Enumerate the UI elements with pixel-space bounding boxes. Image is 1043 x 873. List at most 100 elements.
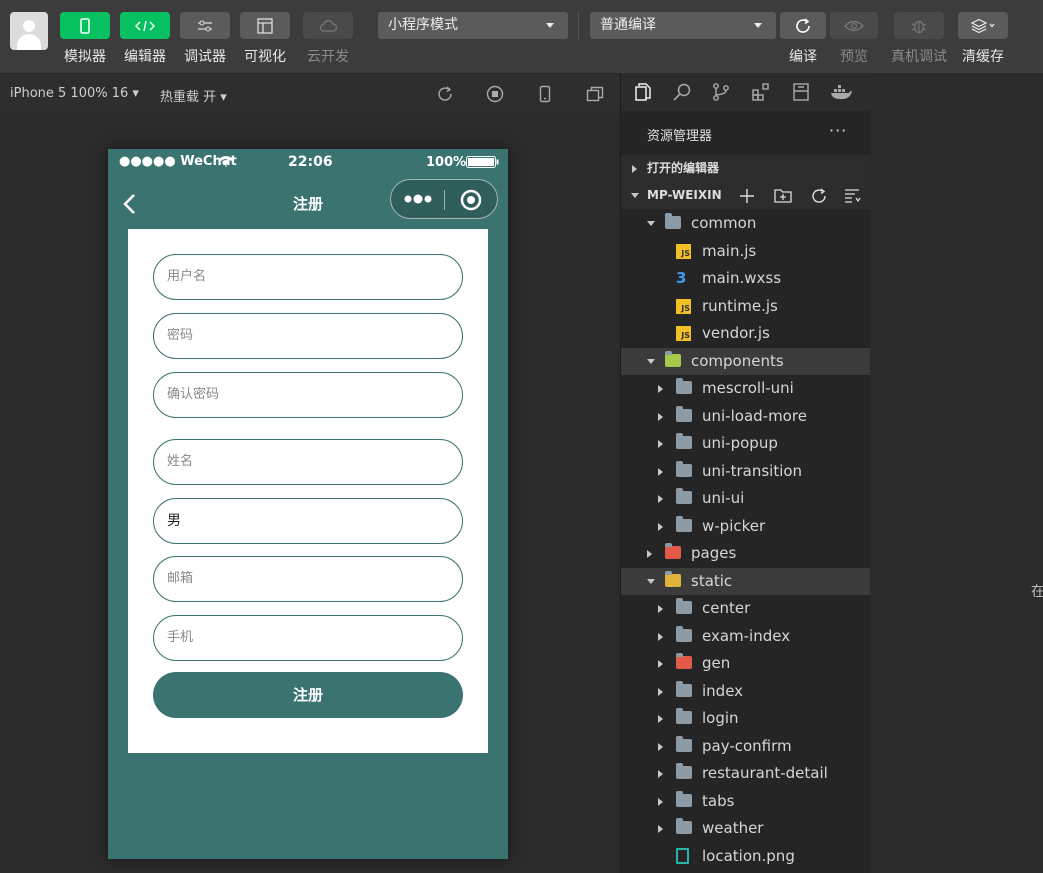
tree-item-login[interactable]: login xyxy=(621,705,871,732)
eye-icon xyxy=(844,20,864,31)
name-input[interactable]: 姓名 xyxy=(153,439,463,485)
debugger-button[interactable] xyxy=(180,12,230,39)
close-miniprogram-icon[interactable] xyxy=(460,189,482,211)
search-icon[interactable] xyxy=(672,82,692,102)
editor-button[interactable] xyxy=(120,12,170,39)
tree-item-vendor-js[interactable]: JS vendor.js xyxy=(621,320,871,347)
open-editors-label: 打开的编辑器 xyxy=(647,161,720,175)
tree-item-pay-confirm[interactable]: pay-confirm xyxy=(621,733,871,760)
compile-button[interactable] xyxy=(780,12,826,39)
tree-item-restaurant-detail[interactable]: restaurant-detail xyxy=(621,760,871,787)
tree-item-gen[interactable]: gen xyxy=(621,650,871,677)
device-select-value: iPhone 5 100% 16 xyxy=(10,86,129,101)
tree-item-w-picker[interactable]: w-picker xyxy=(621,513,871,540)
new-file-icon[interactable] xyxy=(739,188,755,204)
hot-reload-toggle[interactable]: 热重载 开 ▾ xyxy=(160,86,227,105)
avatar[interactable] xyxy=(10,12,48,50)
open-editors-section[interactable]: 打开的编辑器 xyxy=(621,155,871,182)
email-input[interactable]: 邮箱 xyxy=(153,556,463,602)
editor-pane: 在 xyxy=(870,73,1043,873)
bug-icon xyxy=(911,20,927,33)
js-file-icon: JS xyxy=(676,298,691,314)
tree-item-label: components xyxy=(691,351,784,370)
new-folder-icon[interactable] xyxy=(774,187,792,203)
debugger-label: 调试器 xyxy=(184,49,226,65)
username-input[interactable]: 用户名 xyxy=(153,254,463,300)
gender-picker[interactable]: 男 xyxy=(153,498,463,544)
preview-button[interactable] xyxy=(830,12,878,39)
folder-icon xyxy=(676,433,692,449)
editor-partial-text: 在 xyxy=(1031,584,1043,600)
tree-item-mescroll-uni[interactable]: mescroll-uni xyxy=(621,375,871,402)
explorer-title: 资源管理器 xyxy=(647,129,713,144)
tree-item-pages[interactable]: pages xyxy=(621,540,871,567)
phone-icon[interactable] xyxy=(536,85,554,103)
tree-item-weather[interactable]: weather xyxy=(621,815,871,842)
simulator-subbar: iPhone 5 100% 16 ▾ 热重载 开 ▾ xyxy=(0,73,620,113)
code-icon xyxy=(135,20,155,31)
extensions-icon[interactable] xyxy=(751,82,771,102)
top-toolbar: 模拟器 编辑器 调试器 可视化 云开发 小程序模式 普通编译 编译 预览 真机调… xyxy=(0,0,1043,73)
tree-item-uni-popup[interactable]: uni-popup xyxy=(621,430,871,457)
project-section[interactable]: MP-WEIXIN xyxy=(621,182,871,209)
chevron-right-icon xyxy=(658,495,663,503)
confirm-password-input[interactable]: 确认密码 xyxy=(153,372,463,418)
phone-input[interactable]: 手机 xyxy=(153,615,463,661)
tree-item-runtime-js[interactable]: JS runtime.js xyxy=(621,293,871,320)
collapse-all-icon[interactable] xyxy=(844,188,862,204)
device-select[interactable]: iPhone 5 100% 16 ▾ xyxy=(10,86,139,101)
cloud-button[interactable] xyxy=(303,12,353,39)
visual-button[interactable] xyxy=(240,12,290,39)
docker-icon[interactable] xyxy=(829,82,853,102)
folder-icon xyxy=(665,543,681,559)
layout-icon xyxy=(257,17,273,34)
register-form: 用户名 密码 确认密码 姓名 男 邮箱 手机 注册 xyxy=(128,229,488,753)
storage-icon[interactable] xyxy=(791,82,811,102)
files-icon[interactable] xyxy=(633,82,653,102)
phone-icon xyxy=(80,17,90,34)
tree-item-main-wxss[interactable]: 3 main.wxss xyxy=(621,265,871,292)
tree-item-center[interactable]: center xyxy=(621,595,871,622)
tree-item-index[interactable]: index xyxy=(621,678,871,705)
rotate-icon[interactable] xyxy=(436,85,454,103)
remote-debug-button[interactable] xyxy=(894,12,944,39)
capsule-divider xyxy=(444,190,445,210)
clear-cache-label: 清缓存 xyxy=(962,49,1004,65)
detach-window-icon[interactable] xyxy=(586,85,604,103)
tree-item-location-png[interactable]: location.png xyxy=(621,843,871,870)
simulator-button[interactable] xyxy=(60,12,110,39)
tree-item-uni-ui[interactable]: uni-ui xyxy=(621,485,871,512)
menu-capsule xyxy=(390,179,498,219)
tree-item-label: main.js xyxy=(702,241,757,260)
register-button[interactable]: 注册 xyxy=(153,672,463,718)
tree-item-static[interactable]: static xyxy=(621,567,871,595)
compile-select[interactable]: 普通编译 xyxy=(590,12,776,39)
folder-icon xyxy=(676,488,692,504)
tree-item-label: uni-ui xyxy=(702,489,745,507)
mode-select[interactable]: 小程序模式 xyxy=(378,12,568,39)
tree-item-label: index xyxy=(702,681,744,700)
clear-cache-button[interactable] xyxy=(958,12,1008,39)
chevron-down-icon xyxy=(631,193,639,198)
stop-icon[interactable] xyxy=(486,85,504,103)
git-branch-icon[interactable] xyxy=(711,82,731,102)
tree-item-uni-transition[interactable]: uni-transition xyxy=(621,458,871,485)
more-actions-icon[interactable]: ··· xyxy=(829,121,847,140)
tree-item-label: exam-index xyxy=(702,626,791,645)
tree-item-components[interactable]: components xyxy=(621,347,871,375)
tree-item-uni-load-more[interactable]: uni-load-more xyxy=(621,403,871,430)
tree-item-label: common xyxy=(691,214,757,232)
folder-open-icon xyxy=(665,570,681,587)
refresh-icon[interactable] xyxy=(810,187,828,205)
more-dots-icon[interactable] xyxy=(403,194,433,204)
tree-item-label: w-picker xyxy=(702,516,766,535)
tree-item-exam-index[interactable]: exam-index xyxy=(621,623,871,650)
password-input[interactable]: 密码 xyxy=(153,313,463,359)
tree-item-main-js[interactable]: JS main.js xyxy=(621,238,871,265)
tree-item-label: location.png xyxy=(702,846,795,865)
js-file-icon: JS xyxy=(676,326,691,341)
tree-item-label: restaurant-detail xyxy=(702,764,828,782)
tree-item-common[interactable]: common xyxy=(621,210,871,237)
folder-icon xyxy=(676,460,692,477)
tree-item-tabs[interactable]: tabs xyxy=(621,788,871,815)
